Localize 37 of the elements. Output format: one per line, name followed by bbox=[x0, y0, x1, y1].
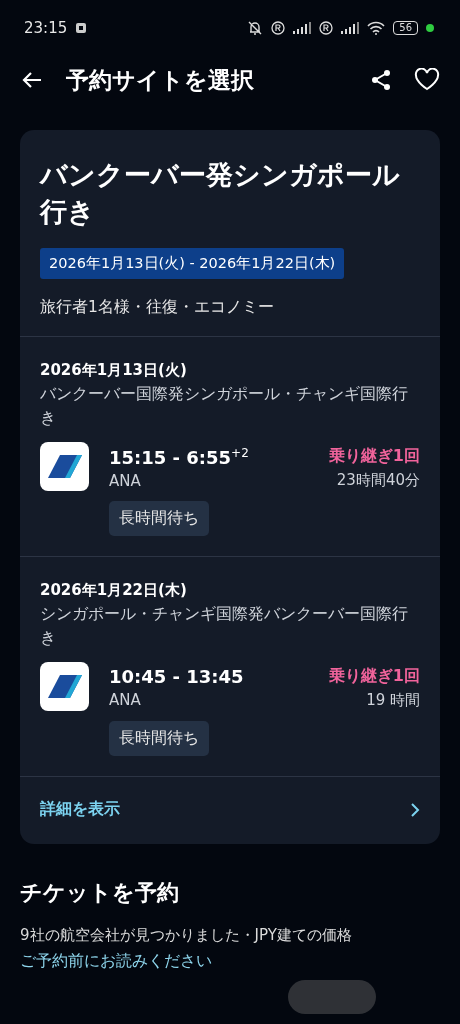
notification-icon bbox=[75, 21, 88, 34]
flight-duration: 19 時間 bbox=[366, 691, 420, 710]
share-button[interactable] bbox=[370, 69, 392, 91]
leg-date: 2026年1月22日(木) bbox=[40, 581, 188, 600]
chevron-right-icon bbox=[410, 802, 420, 817]
status-time: 23:15 bbox=[24, 18, 68, 37]
details-link[interactable]: 詳細を表示 bbox=[20, 777, 440, 844]
section-title: チケットを予約 bbox=[20, 879, 179, 907]
flight-times: 15:15 - 6:55$^{+2}$ bbox=[109, 446, 249, 468]
leg-date: 2026年1月13日(火) bbox=[40, 361, 188, 380]
flight-times: 10:45 - 13:45 bbox=[109, 666, 244, 687]
roaming-icon bbox=[319, 20, 334, 35]
airline-logo-icon bbox=[40, 662, 89, 711]
notice-link[interactable]: ご予約前にお読みください bbox=[20, 951, 212, 972]
roaming-icon bbox=[271, 20, 286, 35]
stops-label: 乗り継ぎ1回 bbox=[328, 446, 420, 467]
layover-tag: 長時間待ち bbox=[109, 501, 209, 536]
leg-route: シンガポール・チャンギ国際発バンクーバー国際行き bbox=[40, 604, 409, 649]
airline-name: ANA bbox=[109, 472, 141, 490]
page-title: 予約サイトを選択 bbox=[66, 65, 255, 95]
stops-label: 乗り継ぎ1回 bbox=[328, 666, 420, 687]
privacy-indicator-icon bbox=[426, 23, 434, 32]
muted-bell-icon bbox=[247, 19, 264, 36]
flight-duration: 23時間40分 bbox=[336, 471, 420, 490]
wifi-icon bbox=[367, 20, 386, 35]
trip-dates: 2026年1月13日(火) - 2026年1月22日(木) bbox=[40, 248, 345, 279]
trip-title: バンクーバー発シンガポール行き bbox=[40, 158, 401, 229]
section-subtitle: 9社の航空会社が見つかりました・JPY建ての価格 bbox=[20, 926, 352, 945]
airline-name: ANA bbox=[109, 691, 141, 709]
leg-route: バンクーバー国際発シンガポール・チャンギ国際行き bbox=[40, 384, 409, 429]
traveler-summary: 旅行者1名様・往復・エコノミー bbox=[40, 297, 274, 318]
signal-icon bbox=[341, 21, 360, 34]
signal-icon bbox=[293, 21, 312, 34]
layover-tag: 長時間待ち bbox=[109, 721, 209, 756]
airline-logo-icon bbox=[40, 442, 89, 491]
favorite-button[interactable] bbox=[414, 68, 440, 92]
battery-level: 56 bbox=[393, 20, 418, 35]
